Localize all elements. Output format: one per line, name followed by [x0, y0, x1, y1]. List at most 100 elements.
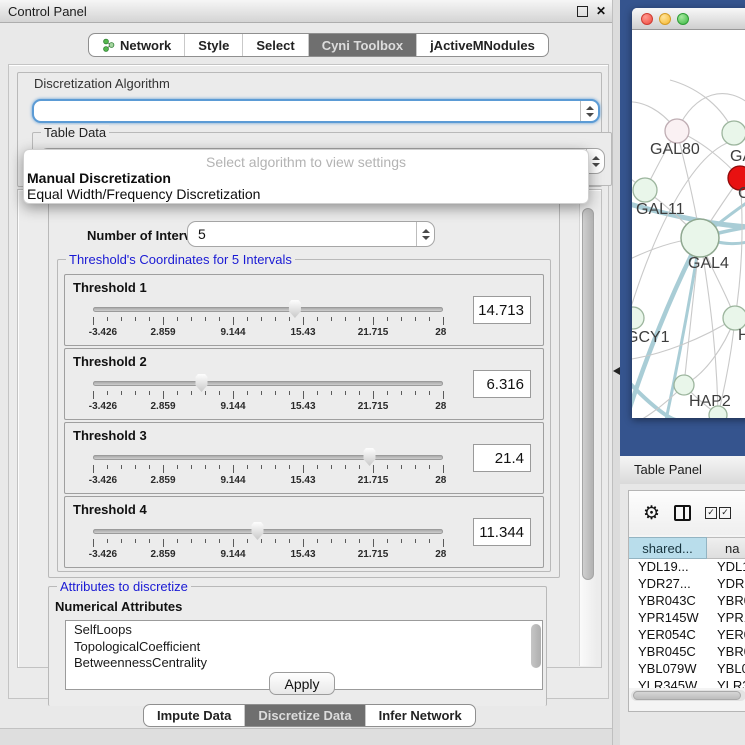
tick-label: 15.43: [290, 401, 315, 412]
cell[interactable]: YBR045C: [629, 644, 706, 661]
slider-handle[interactable]: [250, 522, 265, 540]
top-tab-bar: Network Style Select Cyni Toolbox jActiv…: [88, 33, 549, 57]
split-columns-icon[interactable]: [674, 505, 691, 521]
list-item[interactable]: BetweennessCentrality: [66, 654, 542, 671]
tick-label: -3.426: [89, 401, 117, 412]
tick-label: 2.859: [150, 401, 175, 412]
list-item[interactable]: SelfLoops: [66, 621, 542, 638]
tab-impute-data[interactable]: Impute Data: [144, 705, 245, 726]
number-of-intervals-spinner[interactable]: 5: [187, 221, 435, 247]
tab-jactivemnodules[interactable]: jActiveMNodules: [417, 34, 548, 56]
column-header-shared-name[interactable]: shared...: [629, 537, 707, 559]
thresholds-group-label: Threshold's Coordinates for 5 Intervals: [66, 252, 295, 267]
cell[interactable]: YDR2: [706, 576, 745, 593]
tab-discretize-data[interactable]: Discretize Data: [245, 705, 365, 726]
node-gal11[interactable]: [633, 178, 657, 202]
threshold-3-slider[interactable]: -3.426 2.859 9.144 15.43 21.715 28: [93, 447, 443, 489]
tab-infer-network[interactable]: Infer Network: [366, 705, 475, 726]
tick-label: 2.859: [150, 549, 175, 560]
tab-network[interactable]: Network: [89, 34, 185, 56]
table-row[interactable]: YBR043CYBR0: [629, 593, 745, 610]
node-label: GAL4: [688, 255, 729, 272]
tab-network-label: Network: [120, 38, 171, 53]
apply-button[interactable]: Apply: [269, 672, 335, 695]
threshold-3-value-field[interactable]: 21.4: [473, 444, 531, 472]
checkbox-icon[interactable]: [705, 507, 717, 519]
node-hap2[interactable]: [674, 375, 694, 395]
close-icon[interactable]: [596, 5, 606, 17]
tab-cyni-toolbox[interactable]: Cyni Toolbox: [309, 34, 417, 56]
slider-handle[interactable]: [194, 374, 209, 392]
table-panel-titlebar: Table Panel: [620, 456, 745, 485]
mac-close-button[interactable]: [641, 13, 653, 25]
tick-label: 21.715: [358, 327, 389, 338]
slider-handle[interactable]: [287, 300, 302, 318]
cell[interactable]: YBL0: [706, 661, 745, 678]
cell[interactable]: YER054C: [629, 627, 706, 644]
slider-ticks: [93, 539, 443, 548]
threshold-2-value-field[interactable]: 6.316: [473, 370, 531, 398]
slider-track[interactable]: [93, 381, 443, 386]
threshold-4-slider[interactable]: -3.426 2.859 9.144 15.43 21.715 28: [93, 521, 443, 563]
slider-track[interactable]: [93, 455, 443, 460]
window-title: Control Panel: [8, 4, 87, 19]
cell[interactable]: YBL079W: [629, 661, 706, 678]
list-scrollbar[interactable]: [531, 624, 541, 668]
table-row[interactable]: YLR345WYLR3: [629, 678, 745, 688]
table-row[interactable]: YDL19...YDL1: [629, 559, 745, 576]
spinner-stepper-icon[interactable]: [416, 222, 434, 246]
node-gal4[interactable]: [681, 219, 719, 257]
column-header-name[interactable]: na: [707, 537, 745, 559]
cell[interactable]: YDL19...: [629, 559, 706, 576]
node-ga[interactable]: [722, 121, 745, 145]
cell[interactable]: YBR0: [706, 593, 745, 610]
table-row[interactable]: YDR27...YDR2: [629, 576, 745, 593]
table-row[interactable]: YER054CYER0: [629, 627, 745, 644]
mac-zoom-button[interactable]: [677, 13, 689, 25]
cell[interactable]: YBR043C: [629, 593, 706, 610]
list-item[interactable]: TopologicalCoefficient: [66, 638, 542, 655]
cell[interactable]: YLR3: [706, 678, 745, 688]
cell[interactable]: YER0: [706, 627, 745, 644]
tab-select[interactable]: Select: [243, 34, 308, 56]
slider-handle[interactable]: [362, 448, 377, 466]
cell[interactable]: YPR145W: [629, 610, 706, 627]
panel-scrollbar-thumb[interactable]: [582, 208, 594, 580]
node-gcy1[interactable]: [632, 307, 644, 329]
tick-label: 9.144: [220, 327, 245, 338]
cell[interactable]: YDL1: [706, 559, 745, 576]
slider-track[interactable]: [93, 307, 443, 312]
tab-style[interactable]: Style: [185, 34, 243, 56]
table-horizontal-scrollbar[interactable]: [631, 690, 745, 701]
table-row[interactable]: YBR045CYBR0: [629, 644, 745, 661]
cell[interactable]: YDR27...: [629, 576, 706, 593]
mac-minimize-button[interactable]: [659, 13, 671, 25]
algorithm-combobox[interactable]: [32, 99, 600, 123]
threshold-2-slider[interactable]: -3.426 2.859 9.144 15.43 21.715 28: [93, 373, 443, 415]
cell[interactable]: YLR345W: [629, 678, 706, 688]
panel-scrollbar[interactable]: [579, 191, 597, 666]
threshold-4-value-field[interactable]: 11.344: [473, 518, 531, 546]
slider-track[interactable]: [93, 529, 443, 534]
cell[interactable]: YPR1: [706, 610, 745, 627]
slider-tick-labels: -3.426 2.859 9.144 15.43 21.715 28: [93, 401, 443, 413]
tick-label: 21.715: [358, 549, 389, 560]
gear-icon[interactable]: [643, 504, 660, 523]
popup-option-manual-discretization[interactable]: Manual Discretization: [27, 170, 574, 186]
table-row[interactable]: YPR145WYPR1: [629, 610, 745, 627]
combo-stepper-icon[interactable]: [580, 101, 598, 121]
table-row[interactable]: YBL079WYBL0: [629, 661, 745, 678]
cell[interactable]: YBR0: [706, 644, 745, 661]
popup-option-equal-width-frequency[interactable]: Equal Width/Frequency Discretization: [27, 186, 574, 202]
tick-label: 28: [435, 327, 446, 338]
checkbox-icon[interactable]: [719, 507, 731, 519]
threshold-1-value-field[interactable]: 14.713: [473, 296, 531, 324]
tick-label: 15.43: [290, 475, 315, 486]
float-window-icon[interactable]: [577, 6, 588, 17]
table-horizontal-scrollbar-thumb[interactable]: [633, 691, 741, 700]
tick-label: 9.144: [220, 401, 245, 412]
node-gal80[interactable]: [665, 119, 689, 143]
threshold-1-slider[interactable]: -3.426 2.859 9.144 15.43 21.715 28: [93, 299, 443, 341]
tick-label: 28: [435, 549, 446, 560]
network-canvas[interactable]: GAL80 GA C GAL11 GAL4 GCY1 H HAP2: [632, 30, 745, 418]
